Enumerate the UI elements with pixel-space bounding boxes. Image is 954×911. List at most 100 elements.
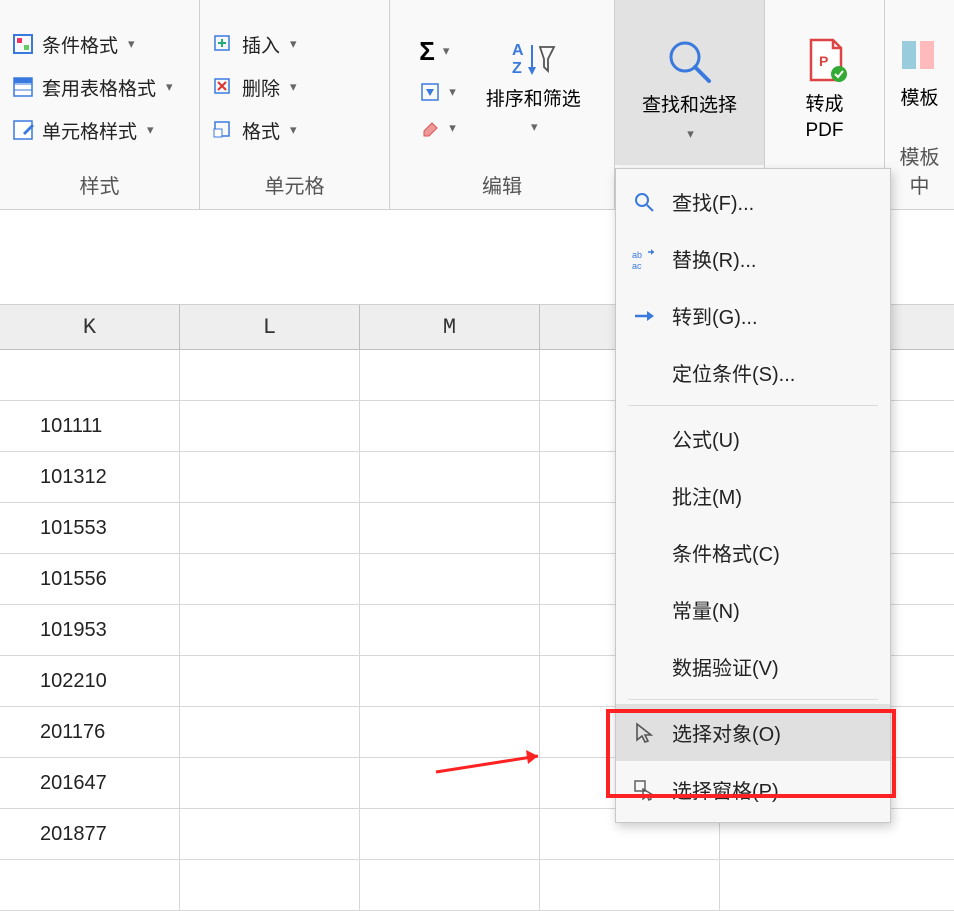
cell[interactable]: 102210: [0, 656, 180, 706]
menu-goto-label: 转到(G)...: [672, 301, 758, 330]
templates-label: 模板: [900, 83, 938, 110]
magnifier-icon: [663, 37, 717, 85]
conditional-format-button[interactable]: 条件格式 ▾: [6, 27, 193, 62]
svg-text:ac: ac: [632, 261, 642, 270]
group-label-cells: 单元格: [206, 164, 383, 203]
menu-cond-format[interactable]: 条件格式(C): [616, 524, 890, 581]
cell[interactable]: [180, 350, 360, 400]
cell[interactable]: [0, 860, 180, 910]
chevron-down-icon: ▾: [687, 126, 694, 142]
cell-style-label: 单元格样式: [42, 117, 137, 144]
chevron-down-icon: ▾: [290, 122, 297, 138]
group-label-editing: 编辑: [396, 164, 608, 203]
menu-data-validation-label: 数据验证(V): [672, 652, 779, 681]
convert-pdf-button[interactable]: P 转成PDF: [795, 30, 855, 149]
cell[interactable]: [180, 554, 360, 604]
chevron-down-icon: ▾: [128, 36, 135, 52]
cell[interactable]: 101953: [0, 605, 180, 655]
format-button[interactable]: 格式 ▾: [206, 113, 383, 148]
cell[interactable]: [360, 860, 540, 910]
fill-down-icon: [419, 81, 441, 103]
cell[interactable]: 101111: [0, 401, 180, 451]
sort-filter-icon: A Z: [510, 39, 556, 79]
svg-text:ab: ab: [632, 250, 642, 260]
menu-formulas[interactable]: 公式(U): [616, 410, 890, 467]
cell[interactable]: [360, 707, 540, 757]
menu-replace-label: 替换(R)...: [672, 244, 756, 273]
cell[interactable]: [360, 758, 540, 808]
menu-selection-pane-label: 选择窗格(P)...: [672, 775, 795, 804]
ribbon-group-templates: 模板 模板中: [885, 0, 954, 209]
ribbon-group-editing: Σ ▾ ▾ ▾ A: [390, 0, 615, 209]
cell[interactable]: [360, 605, 540, 655]
menu-separator: [628, 405, 878, 406]
format-label: 格式: [242, 117, 280, 144]
menu-goto[interactable]: 转到(G)...: [616, 287, 890, 344]
menu-cond-format-label: 条件格式(C): [672, 538, 780, 567]
cell[interactable]: [180, 605, 360, 655]
cell[interactable]: 201877: [0, 809, 180, 859]
menu-constants-label: 常量(N): [672, 595, 740, 624]
find-select-button[interactable]: 查找和选择 ▾: [615, 0, 764, 165]
cell[interactable]: [360, 809, 540, 859]
cell[interactable]: [360, 656, 540, 706]
menu-constants[interactable]: 常量(N): [616, 581, 890, 638]
cell[interactable]: [180, 809, 360, 859]
menu-data-validation[interactable]: 数据验证(V): [616, 638, 890, 695]
templates-button[interactable]: 模板: [892, 29, 948, 116]
cell[interactable]: [180, 860, 360, 910]
selection-pane-icon: [630, 778, 658, 802]
chevron-down-icon: ▾: [290, 79, 297, 95]
sort-filter-button[interactable]: A Z 排序和筛选 ▾: [478, 35, 589, 139]
cell-style-button[interactable]: 单元格样式 ▾: [6, 113, 193, 148]
delete-button[interactable]: 删除 ▾: [206, 70, 383, 105]
cell[interactable]: 101312: [0, 452, 180, 502]
cell[interactable]: [180, 401, 360, 451]
cell[interactable]: 101553: [0, 503, 180, 553]
table-format-button[interactable]: 套用表格格式 ▾: [6, 70, 193, 105]
menu-goto-special[interactable]: 定位条件(S)...: [616, 344, 890, 401]
sort-filter-label: 排序和筛选: [486, 87, 581, 113]
cell-style-icon: [12, 119, 34, 141]
replace-icon: abac: [630, 247, 658, 271]
cell[interactable]: [360, 350, 540, 400]
col-header[interactable]: M: [360, 305, 540, 349]
cell[interactable]: [360, 554, 540, 604]
cell[interactable]: [180, 452, 360, 502]
insert-label: 插入: [242, 31, 280, 58]
cell[interactable]: [540, 860, 720, 910]
fill-button[interactable]: ▾: [415, 79, 460, 105]
insert-icon: [212, 33, 234, 55]
menu-select-objects[interactable]: 选择对象(O): [616, 704, 890, 761]
col-header[interactable]: K: [0, 305, 180, 349]
svg-text:Z: Z: [512, 60, 522, 77]
menu-selection-pane[interactable]: 选择窗格(P)...: [616, 761, 890, 818]
templates-icon: [898, 35, 942, 75]
cell[interactable]: [180, 758, 360, 808]
find-select-label: 查找和选择: [642, 93, 737, 119]
cell[interactable]: [180, 656, 360, 706]
menu-comments-label: 批注(M): [672, 481, 742, 510]
col-header[interactable]: L: [180, 305, 360, 349]
menu-comments[interactable]: 批注(M): [616, 467, 890, 524]
cell[interactable]: 201176: [0, 707, 180, 757]
menu-formulas-label: 公式(U): [672, 424, 740, 453]
menu-goto-special-label: 定位条件(S)...: [672, 358, 795, 387]
menu-find[interactable]: 查找(F)...: [616, 173, 890, 230]
cell[interactable]: [360, 401, 540, 451]
cell[interactable]: [360, 452, 540, 502]
cell[interactable]: [360, 503, 540, 553]
eraser-icon: [419, 117, 441, 139]
cell[interactable]: [180, 707, 360, 757]
cell[interactable]: [0, 350, 180, 400]
ribbon-group-styles: 条件格式 ▾ 套用表格格式 ▾ 单元格样式 ▾ 样式: [0, 0, 200, 209]
cell[interactable]: [180, 503, 360, 553]
autosum-button[interactable]: Σ ▾: [415, 34, 460, 69]
group-label-styles: 样式: [6, 164, 193, 203]
insert-button[interactable]: 插入 ▾: [206, 27, 383, 62]
clear-button[interactable]: ▾: [415, 115, 460, 141]
menu-replace[interactable]: abac 替换(R)...: [616, 230, 890, 287]
cell[interactable]: 101556: [0, 554, 180, 604]
pdf-icon: P: [801, 36, 849, 84]
cell[interactable]: 201647: [0, 758, 180, 808]
